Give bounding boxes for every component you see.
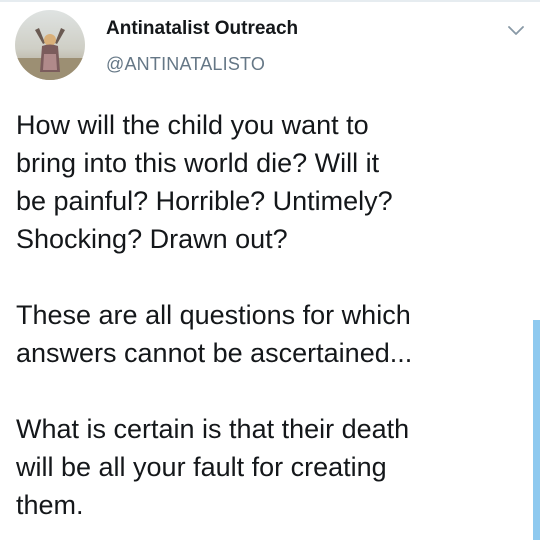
- tweet-text: How will the child you want to bring int…: [16, 110, 413, 520]
- scrollbar[interactable]: [533, 320, 540, 540]
- chevron-down-icon: [508, 26, 524, 35]
- author-display-name[interactable]: Antinatalist Outreach: [106, 18, 298, 40]
- avatar[interactable]: [15, 10, 85, 80]
- author-handle[interactable]: @ANTINATALISTO: [106, 54, 265, 75]
- top-border: [0, 0, 540, 2]
- tweet-menu-button[interactable]: [504, 20, 528, 40]
- avatar-photo-icon: [15, 10, 85, 80]
